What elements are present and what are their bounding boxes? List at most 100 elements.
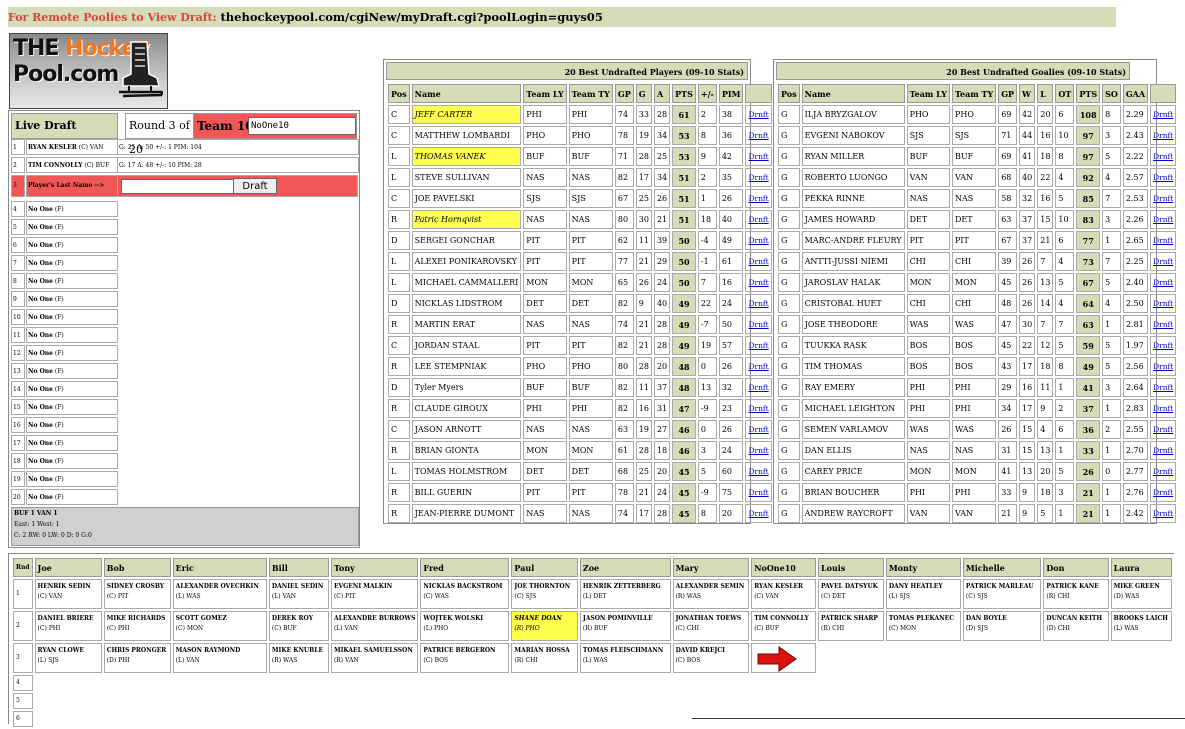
draft-link[interactable]: Drnft [1153,341,1173,350]
table-cell: 16 [635,399,652,418]
table-cell: 26 [718,357,744,376]
draft-link[interactable]: Drnft [1153,509,1173,518]
board-pick-cell: PAVEL DATSYUK (C) DET [818,579,884,609]
table-row: C JOE PAVELSKI SJS SJS 67 25 26 51 1 26 Drnft [388,189,772,208]
picked-player-pos: (C) SJS [514,593,537,600]
table-cell: ANDREW RAYCROFT [801,504,905,523]
remote-view-bar: For Remote Poolies to View Draft: thehoc… [8,7,1116,27]
draft-link[interactable]: Drnft [748,110,768,119]
table-cell: PHI [951,378,997,397]
table-cell: 7 [1102,252,1121,271]
table-cell: 40 [653,294,671,313]
table-cell: G [778,294,800,313]
table-cell: -9 [697,399,717,418]
draft-link[interactable]: Drnft [1153,215,1173,224]
draft-input-row: 3 Player's Last Name --> Draft [11,175,358,197]
draft-link[interactable]: Drnft [1153,404,1173,413]
draft-link[interactable]: Drnft [748,467,768,476]
hockey-pool-logo[interactable]: THE Hockey Pool.com [9,33,168,109]
picked-player-pos: (R) PHO [514,625,540,632]
table-cell: 5 [1102,273,1121,292]
draft-link[interactable]: Drnft [1153,278,1173,287]
draft-link[interactable]: Drnft [748,278,768,287]
table-cell: NAS [523,420,567,439]
draft-link[interactable]: Drnft [748,488,768,497]
draft-link[interactable]: Drnft [1153,383,1173,392]
picked-player-name: TOMAS PLEKANEC [888,615,954,622]
table-cell: 21 [635,483,652,502]
draft-link[interactable]: Drnft [748,173,768,182]
table-cell: 73 [1076,252,1101,271]
column-header: PTS [672,84,696,103]
draft-link-cell: Drnft [745,168,772,187]
draft-link[interactable]: Drnft [1153,362,1173,371]
draft-link[interactable]: Drnft [748,341,768,350]
table-cell: CRISTOBAL HUET [801,294,905,313]
draft-link[interactable]: Drnft [1153,110,1173,119]
draft-link[interactable]: Drnft [748,194,768,203]
draft-link[interactable]: Drnft [748,299,768,308]
table-cell: JORDAN STAAL [411,336,522,355]
table-row: L THOMAS VANEK BUF BUF 71 28 25 53 9 42 Drnft [388,147,772,166]
board-pick-cell: DAN BOYLE (D) SJS [962,611,1042,641]
table-cell: 11 [635,378,652,397]
table-row: G ILJA BRYZGALOV PHO PHO 69 42 20 6 108 8 2.29 Drnf… [778,105,1177,124]
player-last-name-input[interactable] [121,179,235,194]
draft-link[interactable]: Drnft [748,362,768,371]
table-cell: 7 [1037,315,1054,334]
draft-link[interactable]: Drnft [1153,257,1173,266]
table-cell: 9 [1019,483,1036,502]
draft-link[interactable]: Drnft [1153,173,1173,182]
draft-link[interactable]: Drnft [748,404,768,413]
draft-link[interactable]: Drnft [748,425,768,434]
table-cell: 38 [718,105,744,124]
picked-player-pos: (C) PHI [106,625,130,632]
table-cell: 2 [697,168,717,187]
table-cell: MON [951,273,997,292]
table-cell: 4 [1055,252,1075,271]
table-cell: 15 [1019,420,1036,439]
draft-link[interactable]: Drnft [748,383,768,392]
table-cell: JASON ARNOTT [411,420,522,439]
draft-button[interactable]: Draft [233,178,277,194]
picked-player-pos: (L) WAS [1113,625,1139,632]
live-draft-panel: Live Draft Round 3 of 20 Team 10: NoOne1… [8,110,360,548]
draft-link[interactable]: Drnft [1153,320,1173,329]
draft-link[interactable]: Drnft [1153,236,1173,245]
picked-player-pos: (C) BUF [754,625,779,632]
table-row: G JOSE THEODORE WAS WAS 47 30 7 7 63 1 2.81 Drnft [778,315,1177,334]
table-cell: 28 [653,315,671,334]
table-cell: G [778,357,800,376]
draft-link[interactable]: Drnft [748,509,768,518]
draft-link[interactable]: Drnft [1153,152,1173,161]
board-pick-cell: DANIEL BRIERE (C) PHI [34,611,102,641]
draft-link[interactable]: Drnft [1153,299,1173,308]
board-round-row: 6 [13,711,1172,727]
table-cell: DET [568,462,613,481]
draft-link[interactable]: Drnft [1153,446,1173,455]
draft-link[interactable]: Drnft [1153,131,1173,140]
table-cell: PHI [906,378,950,397]
draft-link[interactable]: Drnft [1153,488,1173,497]
draft-link[interactable]: Drnft [1153,194,1173,203]
draft-link[interactable]: Drnft [748,236,768,245]
draft-link[interactable]: Drnft [748,257,768,266]
draft-link[interactable]: Drnft [748,320,768,329]
table-cell: PHO [523,126,567,145]
board-pick-cell: ALEXANDRE BURROWS (L) VAN [330,611,419,641]
table-cell: 28 [635,357,652,376]
column-header: GAA [1122,84,1149,103]
draft-link[interactable]: Drnft [748,446,768,455]
draft-link[interactable]: Drnft [748,131,768,140]
drafted-player-stats: G: 17 A: 48 +/-: 10 PIM: 28 [117,157,359,173]
remote-view-url[interactable]: thehockeypool.com/cgiNew/myDraft.cgi?poo… [220,10,602,24]
picked-player-name: MIKE RICHARDS [106,615,166,622]
draft-link[interactable]: Drnft [748,152,768,161]
table-cell: TUUKKA RASK [801,336,905,355]
empty-label: No One [28,278,53,285]
table-cell: NAS [906,189,950,208]
pick-number: 14 [11,381,25,397]
draft-link[interactable]: Drnft [1153,425,1173,434]
draft-link[interactable]: Drnft [748,215,768,224]
draft-link[interactable]: Drnft [1153,467,1173,476]
